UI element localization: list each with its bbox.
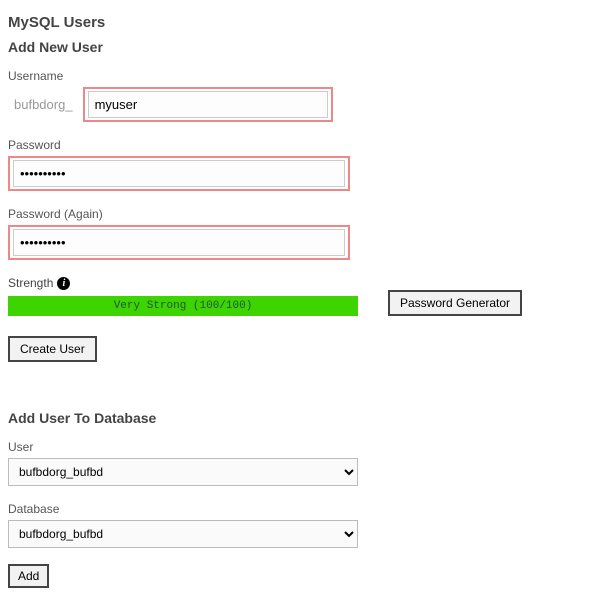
create-user-button[interactable]: Create User bbox=[8, 336, 97, 362]
strength-label: Strength bbox=[8, 276, 53, 290]
assign-db-label: Database bbox=[8, 502, 606, 516]
page-title: MySQL Users bbox=[8, 14, 606, 31]
password2-input[interactable] bbox=[13, 229, 345, 256]
password-input[interactable] bbox=[13, 160, 345, 187]
assign-user-label: User bbox=[8, 440, 606, 454]
strength-bar: Very Strong (100/100) bbox=[8, 296, 358, 316]
password-label: Password bbox=[8, 138, 606, 152]
assign-user-select[interactable]: bufbdorg_bufbd bbox=[8, 458, 358, 486]
add-button[interactable]: Add bbox=[8, 564, 49, 588]
username-input[interactable] bbox=[88, 91, 328, 118]
assign-db-select[interactable]: bufbdorg_bufbd bbox=[8, 520, 358, 548]
username-prefix: bufbdorg_ bbox=[14, 97, 73, 112]
info-icon: i bbox=[57, 277, 70, 290]
section-add-to-db-title: Add User To Database bbox=[8, 410, 606, 426]
section-add-user-title: Add New User bbox=[8, 39, 606, 55]
password2-label: Password (Again) bbox=[8, 207, 606, 221]
password-generator-button[interactable]: Password Generator bbox=[388, 290, 522, 316]
username-label: Username bbox=[8, 69, 606, 83]
